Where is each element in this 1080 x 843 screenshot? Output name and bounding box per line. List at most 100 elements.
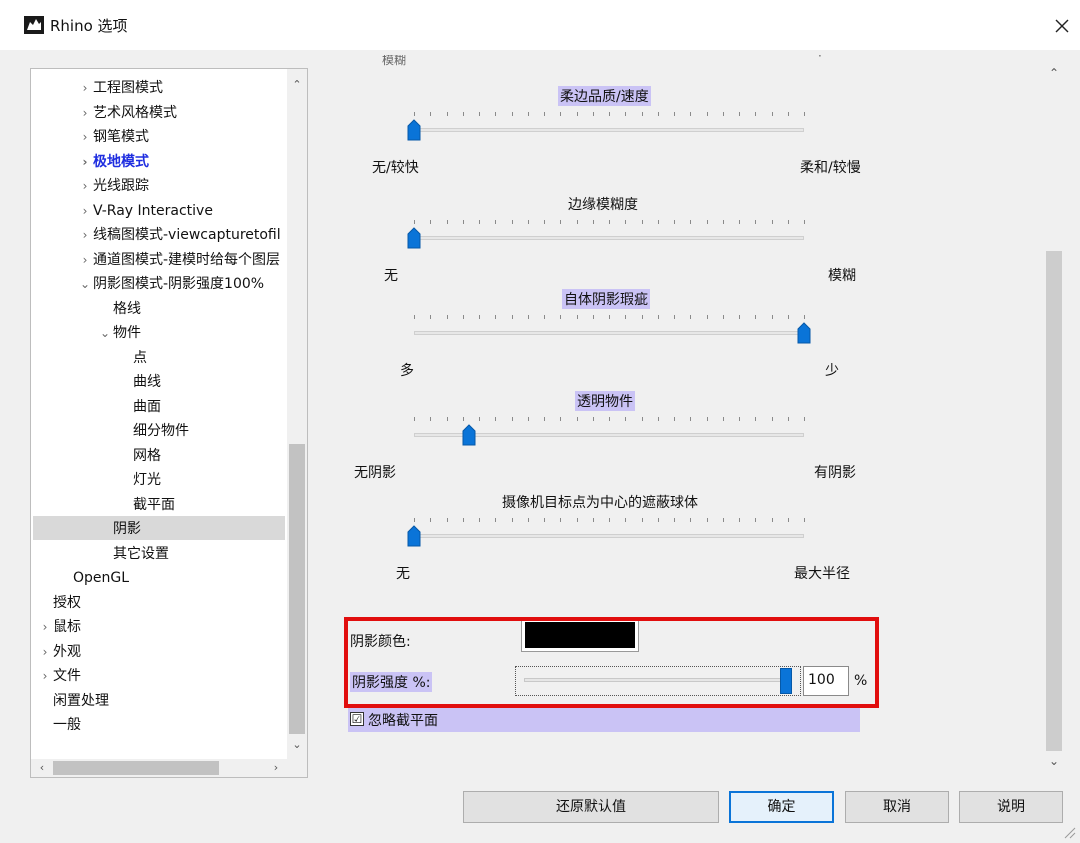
- slider-track[interactable]: [414, 128, 804, 132]
- slider-tick: [609, 220, 610, 224]
- tree-item[interactable]: 灯光: [117, 468, 161, 492]
- slider-tick: [690, 518, 692, 522]
- chevron-right-icon[interactable]: ›: [77, 223, 93, 247]
- shadow-settings-panel: 模糊 · 柔边品质/速度 无/较快 柔和/较慢 边缘模糊度无 模糊 自体阴影瑕疵多 少透明物…: [318, 55, 1068, 775]
- chevron-right-icon[interactable]: ›: [37, 615, 53, 639]
- slider-track[interactable]: [414, 236, 804, 240]
- chevron-right-icon[interactable]: ›: [77, 101, 93, 125]
- tree-item[interactable]: › 工程图模式: [77, 76, 163, 100]
- slider-tick: [706, 417, 708, 421]
- slider-thumb[interactable]: [797, 322, 811, 344]
- slider-tick: [625, 417, 627, 421]
- tree-item[interactable]: ⌄ 物件: [97, 321, 141, 345]
- slider-tick: [641, 417, 643, 421]
- slider-tick: [706, 112, 708, 116]
- tree-item[interactable]: 格线: [97, 297, 141, 321]
- chevron-right-icon[interactable]: ›: [77, 174, 93, 198]
- close-icon[interactable]: [1050, 14, 1074, 38]
- tree-item[interactable]: › V-Ray Interactive: [77, 199, 213, 223]
- chevron-right-icon[interactable]: ›: [77, 199, 93, 223]
- slider-tick: [722, 518, 724, 522]
- help-button[interactable]: 说明: [959, 791, 1063, 823]
- slider-thumb[interactable]: [462, 424, 476, 446]
- chevron-right-icon[interactable]: ›: [77, 150, 93, 174]
- tree-item[interactable]: › 外观: [37, 640, 81, 664]
- resize-grip-icon[interactable]: [1062, 825, 1076, 839]
- tree-item-label: 格线: [113, 300, 141, 317]
- slider-thumb[interactable]: [407, 525, 421, 547]
- chevron-right-icon[interactable]: ›: [77, 76, 93, 100]
- tree-item[interactable]: 网格: [117, 444, 161, 468]
- tree-item[interactable]: › 光线跟踪: [77, 174, 149, 198]
- tree-item[interactable]: › 文件: [37, 664, 81, 688]
- chevron-down-icon[interactable]: ⌄: [97, 321, 113, 345]
- chevron-right-icon[interactable]: ›: [77, 125, 93, 149]
- slider-tick: [430, 417, 432, 421]
- scroll-left-icon[interactable]: ‹: [33, 759, 51, 777]
- slider-tick: [527, 417, 529, 421]
- chevron-right-icon[interactable]: ›: [77, 248, 93, 272]
- slider-min-label: 无阴影: [354, 465, 396, 481]
- slider-tick: [576, 112, 578, 116]
- slider-tick: [771, 220, 773, 224]
- chevron-right-icon[interactable]: ›: [37, 664, 53, 688]
- tree-item[interactable]: 点: [117, 346, 147, 370]
- scrollbar-thumb[interactable]: [289, 444, 305, 734]
- slider-tick: [446, 518, 448, 522]
- tree-item[interactable]: ⌄ 阴影图模式-阴影强度100%: [77, 272, 264, 296]
- tree-item-label: 钢笔模式: [93, 129, 149, 145]
- slider-tick: [706, 220, 708, 224]
- tree-item-label: 细分物件: [133, 423, 189, 439]
- tree-horizontal-scrollbar[interactable]: ‹ ›: [31, 759, 287, 777]
- tree-item[interactable]: › 通道图模式-建模时给每个图层: [77, 248, 280, 272]
- slider-thumb[interactable]: [407, 119, 421, 141]
- tree-item[interactable]: › 极地模式: [77, 150, 149, 174]
- slider-tick: [576, 315, 578, 319]
- tree-item[interactable]: OpenGL: [57, 566, 129, 590]
- tree-item[interactable]: › 艺术风格模式: [77, 101, 177, 125]
- tree-item[interactable]: › 鼠标: [37, 615, 81, 639]
- tree-item[interactable]: 其它设置: [97, 542, 169, 566]
- scroll-down-icon[interactable]: ⌄: [287, 737, 307, 753]
- restore-defaults-button[interactable]: 还原默认值: [463, 791, 719, 823]
- slider-tick: [446, 417, 448, 421]
- scroll-down-icon[interactable]: ⌄: [1044, 751, 1064, 771]
- tree-item[interactable]: 授权: [37, 591, 81, 615]
- tree-item[interactable]: › 线稿图模式-viewcapturetofil: [77, 223, 281, 247]
- slider-track[interactable]: [414, 331, 804, 335]
- slider-track[interactable]: [414, 534, 804, 538]
- tree-item[interactable]: 闲置处理: [37, 689, 109, 713]
- chevron-right-icon[interactable]: ›: [37, 640, 53, 664]
- slider-tick: [414, 112, 415, 116]
- scrollbar-thumb[interactable]: [53, 761, 219, 775]
- tree-item[interactable]: 阴影: [97, 517, 141, 541]
- slider-thumb[interactable]: [407, 227, 421, 249]
- slider-ticks: [414, 220, 805, 226]
- tree-item-label: 截平面: [133, 496, 175, 513]
- tree-item[interactable]: 一般: [37, 713, 81, 737]
- options-tree[interactable]: › 工程图模式 › 艺术风格模式 › 钢笔模式 › 极地模式 › 光线跟踪 › V-Ray Inter…: [30, 68, 308, 778]
- cancel-button[interactable]: 取消: [845, 791, 949, 823]
- slider-title: 边缘模糊度: [568, 197, 638, 213]
- slider-tick: [462, 220, 464, 224]
- scrollbar-thumb[interactable]: [1046, 251, 1062, 751]
- scroll-up-icon[interactable]: ⌃: [1044, 63, 1064, 83]
- ignore-clipping-planes-row[interactable]: ☑ 忽略截平面: [348, 708, 860, 732]
- scroll-up-icon[interactable]: ⌃: [287, 77, 307, 93]
- slider-tick: [657, 417, 659, 421]
- settings-vertical-scrollbar[interactable]: ⌃ ⌄: [1044, 55, 1064, 775]
- scroll-right-icon[interactable]: ›: [267, 759, 285, 777]
- tree-item[interactable]: 截平面: [117, 493, 175, 517]
- ok-button[interactable]: 确定: [729, 791, 834, 823]
- tree-item[interactable]: 细分物件: [117, 419, 189, 443]
- tree-vertical-scrollbar[interactable]: ⌃ ⌄: [287, 69, 307, 759]
- tree-item[interactable]: 曲线: [117, 370, 161, 394]
- ignore-clipping-planes-checkbox[interactable]: ☑: [350, 712, 364, 726]
- chevron-down-icon[interactable]: ⌄: [77, 272, 93, 296]
- tree-item[interactable]: 曲面: [117, 395, 161, 419]
- tree-item[interactable]: › 钢笔模式: [77, 125, 149, 149]
- slider-tick: [479, 315, 480, 319]
- slider-tick: [722, 417, 724, 421]
- slider-tick: [495, 220, 497, 224]
- slider-tick: [544, 315, 545, 319]
